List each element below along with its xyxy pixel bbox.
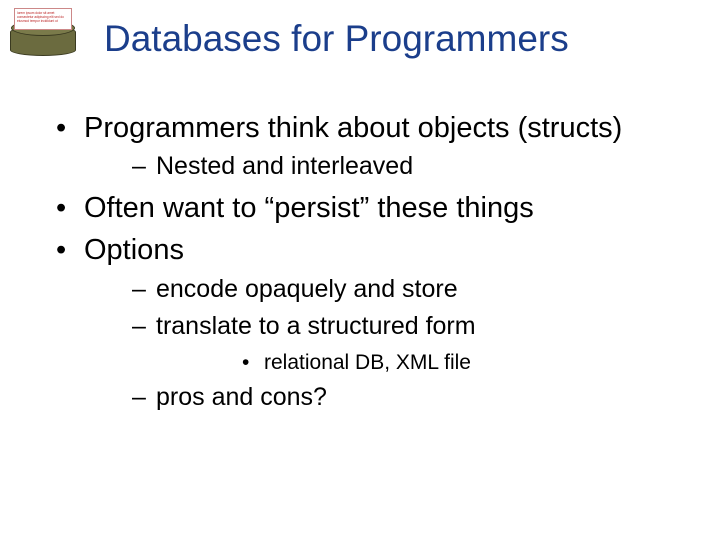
bullet-text: pros and cons?	[156, 383, 327, 411]
slide-content: Programmers think about objects (structs…	[40, 110, 680, 421]
logo-label: lorem ipsum dolor sit amet consectetur a…	[14, 8, 72, 30]
bullet: Programmers think about objects (structs…	[40, 110, 680, 184]
bullet: Options encode opaquely and store transl…	[40, 232, 680, 415]
logo: lorem ipsum dolor sit amet consectetur a…	[8, 8, 80, 56]
sub-sub-bullet: relational DB, XML file	[156, 348, 680, 377]
sub-bullet: pros and cons?	[84, 381, 680, 415]
database-icon	[10, 26, 76, 56]
bullet-text: translate to a structured form	[156, 312, 476, 340]
bullet-text: Programmers think about objects (structs…	[84, 112, 622, 144]
bullet-text: Options	[84, 234, 184, 266]
bullet-text: Nested and interleaved	[156, 152, 413, 180]
sub-bullet: Nested and interleaved	[84, 150, 680, 184]
bullet-text: Often want to “persist” these things	[84, 192, 534, 224]
bullet: Often want to “persist” these things	[40, 190, 680, 226]
bullet-text: relational DB, XML file	[264, 351, 471, 374]
slide-title: Databases for Programmers	[104, 18, 569, 60]
sub-bullet: encode opaquely and store	[84, 273, 680, 307]
sub-bullet: translate to a structured form relationa…	[84, 310, 680, 377]
slide: lorem ipsum dolor sit amet consectetur a…	[0, 0, 720, 540]
bullet-text: encode opaquely and store	[156, 275, 458, 303]
